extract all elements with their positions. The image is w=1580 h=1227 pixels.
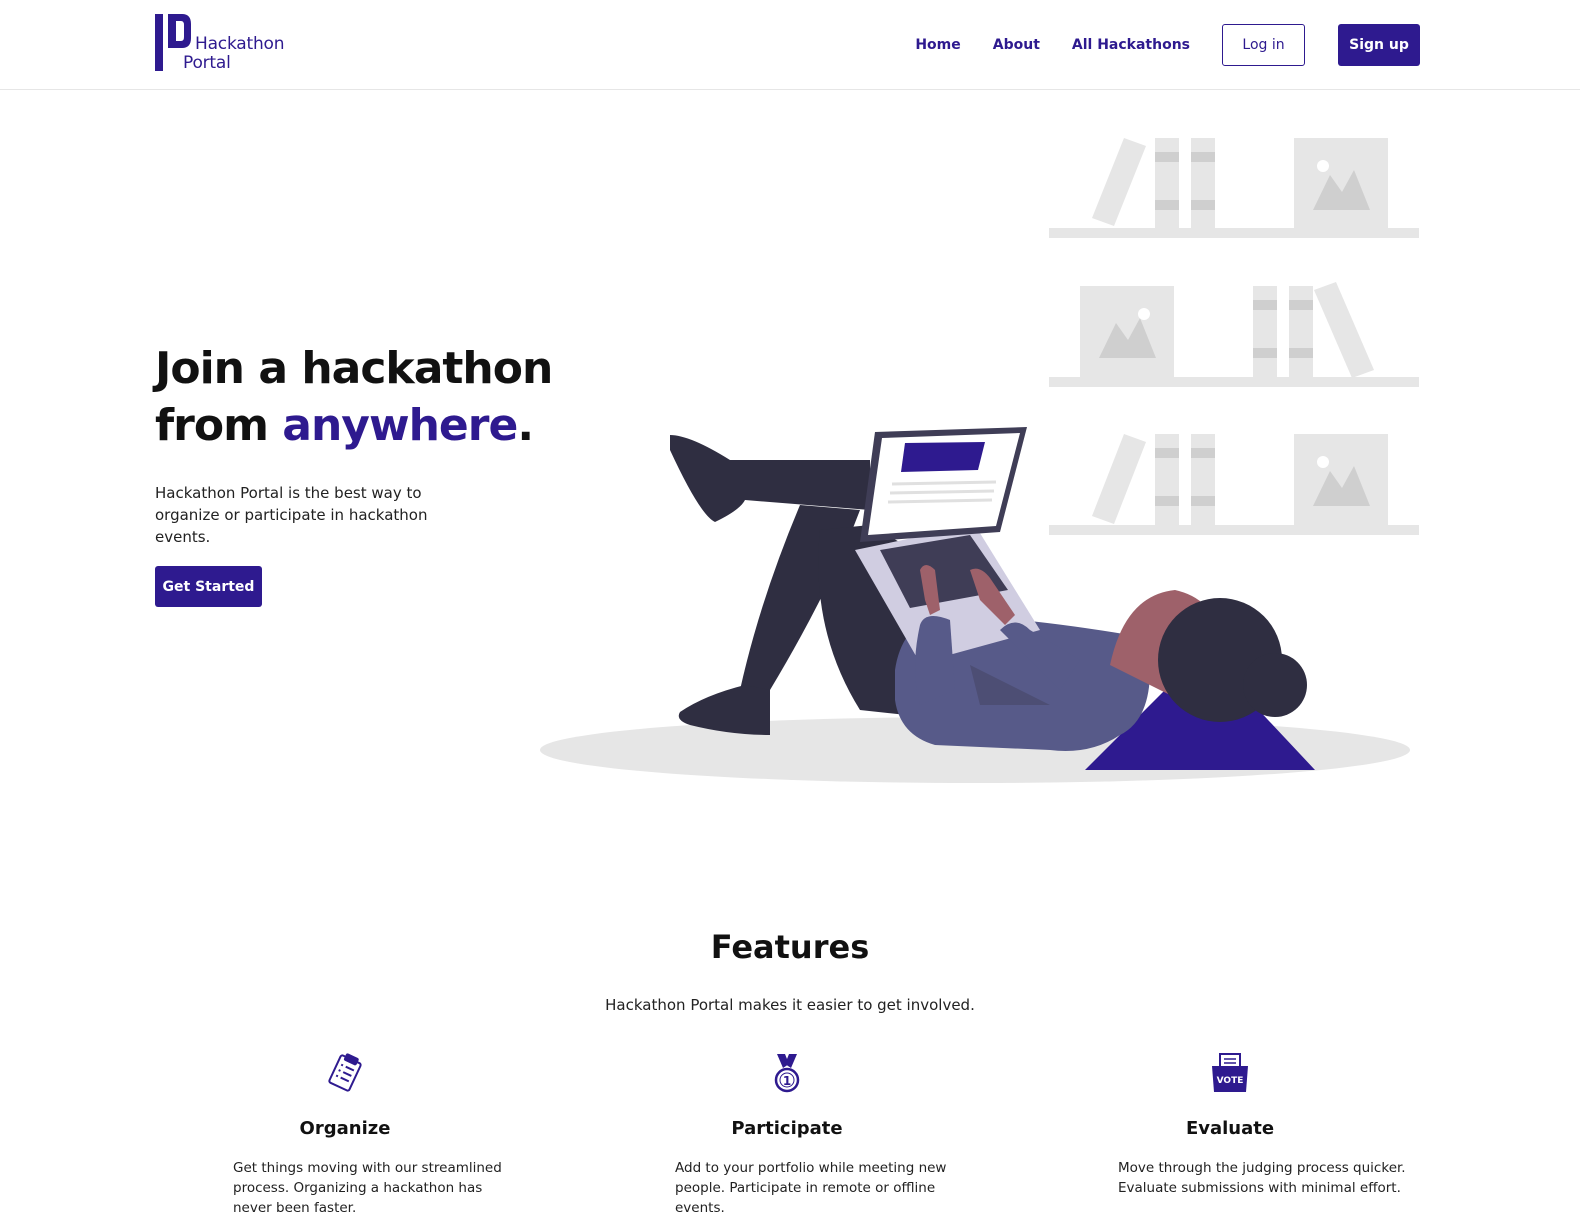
vote-box-icon: VOTE [1212, 1053, 1248, 1092]
nav-home-link[interactable]: Home [915, 37, 960, 53]
feature-description: Add to your portfolio while meeting new … [675, 1160, 947, 1216]
feature-name: Evaluate [1185, 1118, 1275, 1139]
get-started-button[interactable]: Get Started [155, 566, 262, 607]
hero-title-prefix: from [155, 400, 283, 451]
features-subtitle: Hackathon Portal makes it easier to get … [605, 996, 975, 1014]
hero-title-accent: anywhere [282, 400, 518, 451]
logo-text-portal: Portal [183, 53, 231, 73]
hero-illustration [540, 138, 1419, 783]
vote-label: VOTE [1217, 1076, 1244, 1086]
clipboard-icon [328, 1053, 362, 1092]
site-header: Hackathon Portal Home About All Hackatho… [0, 0, 1580, 90]
features-title: Features [710, 928, 870, 966]
feature-description: Get things moving with our streamlined p… [233, 1160, 502, 1216]
main-nav: Home About All Hackathons Log in Sign up [915, 24, 1420, 66]
feature-name: Participate [731, 1118, 843, 1139]
logo-text-hackathon: Hackathon [195, 34, 285, 54]
signup-button[interactable]: Sign up [1338, 24, 1420, 66]
feature-description: Move through the judging process quicker… [1118, 1160, 1406, 1196]
medal-number: 1 [783, 1074, 791, 1088]
site-logo[interactable]: Hackathon Portal [155, 14, 295, 73]
hero-description: Hackathon Portal is the best way to orga… [155, 484, 428, 546]
hero-title: Join a hackathon from anywhere. [155, 340, 553, 454]
nav-all-hackathons-link[interactable]: All Hackathons [1072, 37, 1190, 53]
feature-name: Organize [299, 1118, 391, 1139]
hero-title-line1: Join a hackathon [155, 343, 553, 394]
nav-about-link[interactable]: About [993, 37, 1040, 53]
login-button[interactable]: Log in [1222, 24, 1305, 66]
medal-icon: 1 [774, 1054, 800, 1093]
